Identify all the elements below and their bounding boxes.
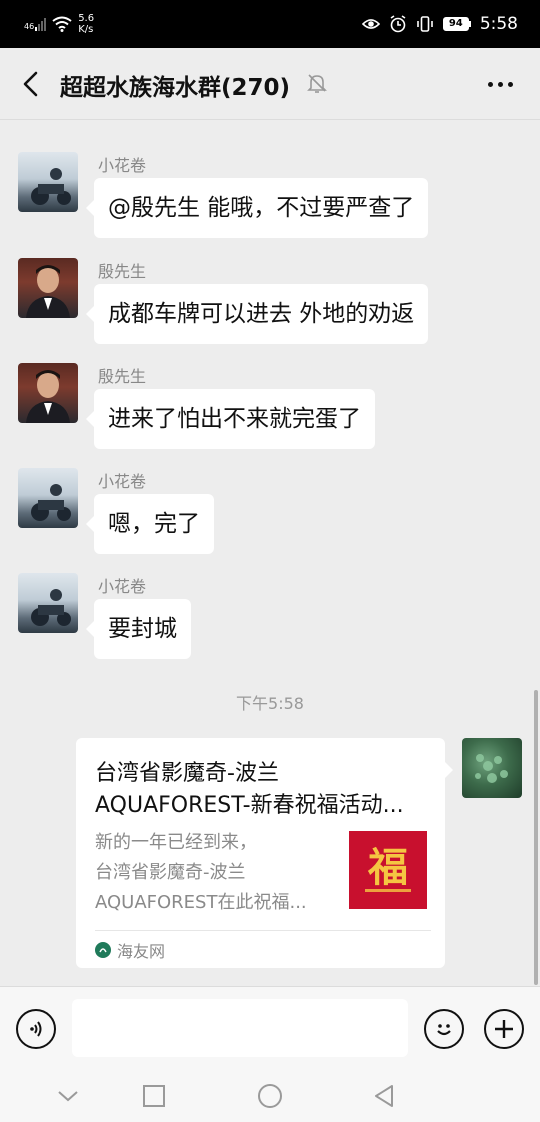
sender-name: 殷先生	[98, 262, 147, 281]
battery-level: 94	[442, 17, 469, 31]
nav-back-icon[interactable]	[370, 1082, 398, 1110]
status-time: 5:58	[479, 14, 518, 34]
more-icon[interactable]	[482, 70, 518, 98]
nav-recents-icon[interactable]	[140, 1082, 168, 1110]
network-speed-unit: K/s	[78, 24, 94, 35]
mute-bell-icon	[306, 72, 330, 96]
emoji-icon[interactable]	[424, 1009, 464, 1049]
sender-name: 小花卷	[98, 472, 147, 491]
link-card-source: 海友网	[95, 938, 165, 962]
thumb-fu-text: 福	[367, 844, 408, 891]
status-left: 46 5.6 K/s	[24, 10, 94, 38]
link-card-source-name: 海友网	[117, 942, 166, 961]
link-card-thumbnail: 福	[349, 831, 427, 909]
my-avatar[interactable]	[462, 738, 522, 798]
sender-name: 小花卷	[98, 577, 147, 596]
network-speed: 5.6 K/s	[78, 13, 94, 35]
chat-header: 超超水族海水群(270)	[0, 48, 540, 120]
wifi-icon	[52, 16, 72, 32]
link-card-title-line: AQUAFOREST-新春祝福活动...	[95, 793, 404, 818]
message-bubble[interactable]: 成都车牌可以进去 外地的劝返	[85, 284, 429, 344]
sender-name: 殷先生	[98, 367, 147, 386]
message-bubble[interactable]: 要封城	[86, 599, 191, 659]
avatar[interactable]	[18, 363, 78, 423]
link-card-title-line: 台湾省影魔奇-波兰	[95, 761, 279, 786]
sender-name: 小花卷	[98, 156, 147, 175]
link-card-desc-line: 新的一年已经到来，	[95, 832, 257, 853]
system-nav-bar	[0, 1070, 540, 1122]
message-bubble[interactable]: 进来了怕出不来就完蛋了	[86, 389, 375, 449]
signal-label: 46	[24, 22, 35, 31]
eye-icon	[361, 15, 380, 33]
alarm-icon	[389, 15, 407, 33]
message-input[interactable]	[72, 999, 408, 1057]
link-card-title: 台湾省影魔奇-波兰 AQUAFOREST-新春祝福活动...	[95, 758, 435, 822]
link-card-description: 新的一年已经到来， 台湾省影魔奇-波兰 AQUAFOREST在此祝福...	[95, 828, 335, 918]
signal-icon: 46	[24, 17, 47, 31]
plus-icon[interactable]	[484, 1009, 524, 1049]
status-right: 94 5:58	[361, 10, 518, 38]
input-bar	[0, 986, 540, 1070]
source-logo-icon	[95, 942, 111, 958]
back-arrow-icon[interactable]	[12, 66, 48, 102]
battery-icon: 94	[442, 17, 471, 31]
nav-collapse-icon[interactable]	[54, 1082, 82, 1110]
link-card[interactable]: 台湾省影魔奇-波兰 AQUAFOREST-新春祝福活动... 新的一年已经到来，…	[76, 738, 453, 968]
chat-title: 超超水族海水群(270)	[60, 75, 291, 101]
scrollbar[interactable]	[534, 690, 538, 985]
message-bubble[interactable]: 嗯，完了	[86, 494, 214, 554]
link-card-desc-line: 台湾省影魔奇-波兰	[95, 862, 246, 883]
avatar[interactable]	[18, 573, 78, 633]
avatar[interactable]	[18, 152, 78, 212]
voice-icon[interactable]	[16, 1009, 56, 1049]
vibrate-icon	[416, 15, 434, 33]
avatar[interactable]	[18, 468, 78, 528]
nav-home-icon[interactable]	[256, 1082, 284, 1110]
message-bubble[interactable]: @殷先生 能哦，不过要严查了	[85, 178, 429, 238]
link-card-desc-line: AQUAFOREST在此祝福...	[95, 892, 307, 913]
divider	[95, 930, 431, 931]
time-divider: 下午5:58	[236, 694, 304, 713]
avatar[interactable]	[18, 258, 78, 318]
status-bar: 46 5.6 K/s 94 5:58	[0, 0, 540, 48]
network-speed-value: 5.6	[78, 13, 95, 24]
